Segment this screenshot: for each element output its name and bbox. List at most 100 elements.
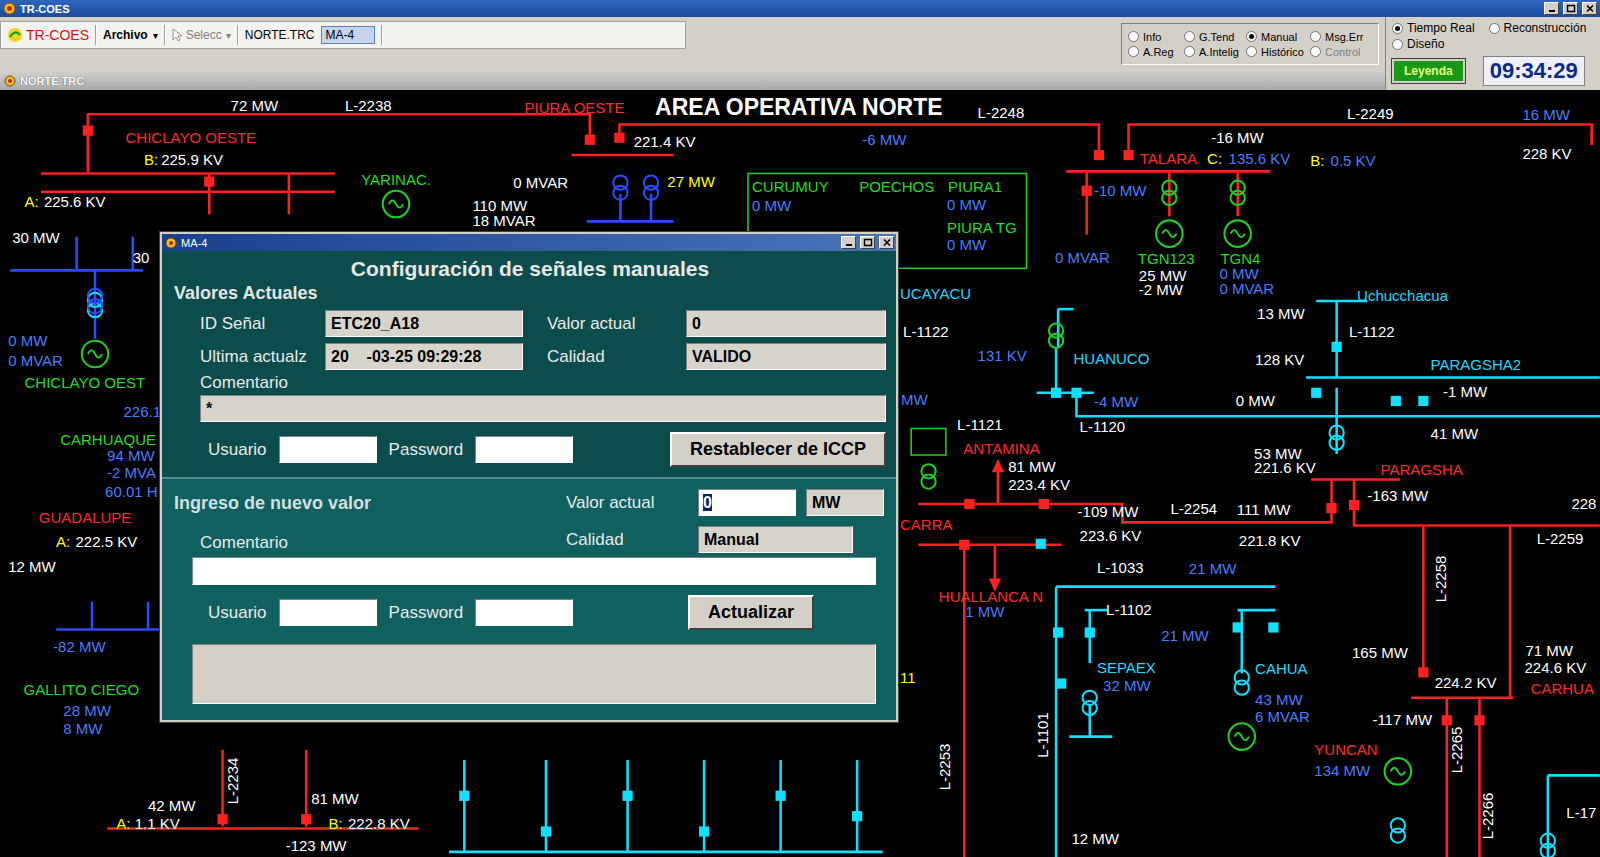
diagram-label: L-2259: [1537, 531, 1584, 547]
field-label: Usuario: [208, 603, 267, 623]
diagram-label: HUALLANCA N: [939, 589, 1043, 605]
diagram-label: 225.6 KV: [44, 194, 106, 210]
password-input[interactable]: [475, 436, 573, 463]
diagram-label: 131 KV: [978, 348, 1027, 364]
new-comment-input[interactable]: [192, 557, 876, 585]
diagram-label: 223.6 KV: [1080, 528, 1142, 544]
radio-button[interactable]: [1128, 46, 1139, 57]
logo[interactable]: TR-COES: [7, 27, 89, 43]
diagram-label: 28 MW: [63, 703, 111, 719]
diagram-label: TGN123: [1138, 251, 1195, 267]
label-text: 0.5 KV: [1331, 152, 1376, 169]
field-label: Valor actual: [566, 493, 688, 513]
diagram-label: 0.5 KV: [1331, 153, 1376, 169]
diagram-label: GUADALUPE: [39, 510, 132, 526]
diagram-label: 0 MVAR: [8, 353, 63, 369]
user-input[interactable]: [279, 599, 377, 626]
radio-button[interactable]: [1246, 46, 1257, 57]
radio-button[interactable]: [1128, 31, 1139, 42]
radio-button[interactable]: [1310, 31, 1321, 42]
archivo-menu[interactable]: Archivo▾: [103, 28, 158, 42]
field-label: ID Señal: [200, 314, 325, 334]
diagram-label: -2 MW: [1139, 282, 1183, 298]
label-text: 0 MVAR: [1219, 280, 1274, 297]
time-mode-radio[interactable]: Reconstrucción: [1489, 21, 1587, 35]
new-value-section: Ingreso de nuevo valorValor actual0MWCom…: [162, 479, 896, 720]
radio-button[interactable]: [1246, 31, 1257, 42]
password-input[interactable]: [475, 599, 573, 626]
label-text: 228 KV: [1522, 145, 1571, 162]
diagram-label: -4 MW: [1094, 394, 1138, 410]
label-text: HUALLANCA N: [939, 588, 1043, 605]
label-text: L-2265: [1448, 727, 1465, 774]
user-input[interactable]: [279, 436, 377, 463]
display-field[interactable]: MA-4: [321, 26, 375, 44]
maximize-button[interactable]: [1563, 2, 1578, 15]
diagram-label: PARAGSHA: [1381, 462, 1463, 478]
diagram-label: 110 MW: [472, 198, 527, 214]
label-text: AREA OPERATIVA NORTE: [655, 94, 943, 120]
label-text: 0 MW: [1236, 392, 1275, 409]
mode-radio[interactable]: Histórico: [1246, 46, 1310, 58]
mode-radio[interactable]: A.Intelig: [1184, 46, 1246, 58]
label-text: 21 MW: [1189, 560, 1237, 577]
label-text: 30: [133, 249, 150, 266]
dialog-close-button[interactable]: [879, 236, 894, 249]
mode-radio[interactable]: Info: [1128, 31, 1184, 43]
label-text: PIURA1: [948, 178, 1002, 195]
radio-button[interactable]: [1392, 23, 1403, 34]
label-text: 12 MW: [1071, 830, 1119, 847]
mode-radio[interactable]: G.Tend: [1184, 31, 1246, 43]
label-text: -2 MW: [1139, 281, 1183, 298]
close-icon: [1585, 4, 1595, 13]
radio-button[interactable]: [1184, 46, 1195, 57]
dialog-minimize-button[interactable]: [841, 236, 856, 249]
label-text: -4 MW: [1094, 393, 1138, 410]
radio-button[interactable]: [1184, 31, 1195, 42]
dialog-maximize-button[interactable]: [860, 236, 875, 249]
radio-button[interactable]: [1392, 39, 1403, 50]
minimize-button[interactable]: [1544, 2, 1559, 15]
diagram-label: 224.2 KV: [1435, 675, 1497, 691]
diagram-label: L-2265: [1449, 727, 1465, 774]
diagram-label: 12 MW: [1071, 831, 1119, 847]
diagram-label: L-1102: [1106, 602, 1152, 618]
select-tool[interactable]: Selecc▾: [172, 28, 231, 42]
close-button[interactable]: [1582, 2, 1597, 15]
label-text: -6 MW: [862, 131, 906, 148]
label-text: L-1120: [1080, 418, 1126, 435]
diagram-label: 0 MW: [8, 333, 47, 349]
value-text: 0: [703, 494, 712, 511]
label-text: 165 MW: [1352, 644, 1408, 661]
radio-label: Diseño: [1407, 37, 1444, 51]
diagram-label: CAHUA: [1255, 661, 1308, 677]
header-left: TR-COESArchivo▾Selecc▾NORTE.TRCMA-4InfoG…: [0, 17, 1385, 90]
mode-radio[interactable]: Msg.Err: [1310, 31, 1378, 43]
mode-radio[interactable]: Manual: [1246, 31, 1310, 43]
label-text: 13 MW: [1257, 305, 1305, 322]
time-mode-radio[interactable]: Tiempo Real: [1392, 21, 1475, 35]
diagram-label: L-2248: [978, 105, 1025, 121]
diagram-label: PIURA OESTE: [525, 100, 625, 116]
restore-iccp-button[interactable]: Restablecer de ICCP: [670, 432, 886, 467]
separator: [381, 25, 383, 45]
section-title: Valores Actuales: [174, 282, 886, 304]
diagram-label: 43 MW: [1255, 692, 1303, 708]
radio-button[interactable]: [1489, 23, 1500, 34]
label-text: 21 MW: [1161, 627, 1209, 644]
radio-label: Histórico: [1261, 46, 1304, 58]
diagram-label: 32 MW: [1103, 678, 1151, 694]
label-text: A:: [116, 815, 130, 832]
label-text: B:: [329, 815, 343, 832]
last-update-field: 20 -03-25 09:29:28: [325, 343, 523, 370]
diagram-label: YUNCAN: [1314, 742, 1377, 758]
label-text: CHICLAYO OEST: [25, 374, 146, 391]
legend-button[interactable]: Leyenda: [1392, 59, 1465, 83]
time-mode-radio[interactable]: Diseño: [1392, 37, 1444, 51]
new-value-input[interactable]: 0: [698, 489, 796, 516]
update-button[interactable]: Actualizar: [688, 595, 814, 630]
diagram-label: 224.6 KV: [1525, 660, 1587, 676]
diagram-label: 222.5 KV: [76, 534, 138, 550]
mode-radio[interactable]: A.Reg: [1128, 46, 1184, 58]
label-text: YARINAC.: [361, 171, 431, 188]
